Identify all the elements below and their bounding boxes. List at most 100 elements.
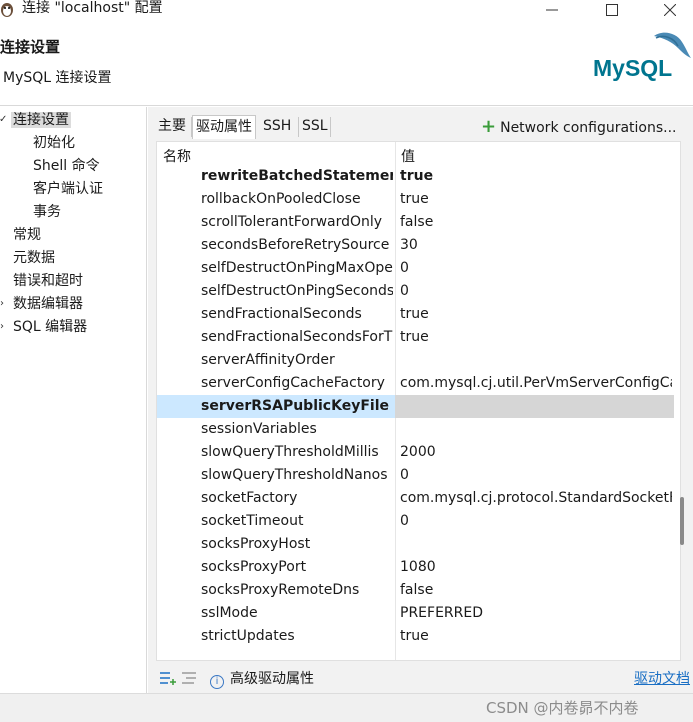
property-name: rewriteBatchedStatements <box>201 168 393 184</box>
tree-item-label: 初始化 <box>33 135 75 151</box>
property-value[interactable]: PREFERRED <box>400 602 672 625</box>
advanced-driver-properties[interactable]: i 高级驱动属性 <box>210 669 314 689</box>
chevron-right-icon[interactable]: › <box>0 317 4 337</box>
property-value[interactable]: com.mysql.cj.protocol.StandardSocketFact… <box>400 487 672 510</box>
table-row[interactable]: sendFractionalSeconds true <box>157 303 674 326</box>
table-row[interactable]: socketTimeout 0 <box>157 510 674 533</box>
property-value[interactable]: 0 <box>400 510 672 533</box>
tree-item-label: 常规 <box>13 227 41 243</box>
column-header-name[interactable]: 名称 <box>163 146 191 166</box>
tree-item-label: 连接设置 <box>11 112 71 128</box>
tree-item-connection-settings[interactable]: ✓ 连接设置 <box>0 110 71 130</box>
tree-item-transactions[interactable]: 事务 <box>33 202 61 222</box>
property-name: socketFactory <box>201 490 298 506</box>
chevron-right-icon[interactable]: › <box>0 294 4 314</box>
property-name: socksProxyHost <box>201 536 311 552</box>
tab-driver-properties[interactable]: 驱动属性 <box>192 115 256 139</box>
property-name: scrollTolerantForwardOnly <box>201 214 383 230</box>
table-row[interactable]: slowQueryThresholdMillis 2000 <box>157 441 674 464</box>
table-row[interactable]: scrollTolerantForwardOnly false <box>157 211 674 234</box>
minimize-button[interactable] <box>532 0 572 18</box>
app-icon <box>1 3 13 17</box>
tree-item-client-auth[interactable]: 客户端认证 <box>33 179 103 199</box>
table-row[interactable]: rollbackOnPooledClose true <box>157 188 674 211</box>
table-row[interactable]: slowQueryThresholdNanos 0 <box>157 464 674 487</box>
property-name: slowQueryThresholdMillis <box>201 444 379 460</box>
network-configurations-button[interactable]: + Network configurations... <box>481 117 677 137</box>
property-value[interactable]: true <box>400 165 672 188</box>
tree-item-shell-commands[interactable]: Shell 命令 <box>33 156 100 176</box>
property-value[interactable]: true <box>400 326 672 349</box>
property-value[interactable]: 0 <box>400 257 672 280</box>
title-bar: 连接 "localhost" 配置 <box>0 0 693 22</box>
network-configurations-label: Network configurations... <box>500 120 677 136</box>
property-name: rollbackOnPooledClose <box>201 191 361 207</box>
property-name: serverConfigCacheFactory <box>201 375 385 391</box>
vertical-scrollbar[interactable] <box>680 497 684 545</box>
tree-item-sql-editor[interactable]: › SQL 编辑器 <box>0 317 87 337</box>
table-row[interactable]: sslMode PREFERRED <box>157 602 674 625</box>
info-icon: i <box>210 675 224 689</box>
table-row[interactable]: serverConfigCacheFactory com.mysql.cj.uti… <box>157 372 674 395</box>
window-title: 连接 "localhost" 配置 <box>22 0 163 16</box>
property-value[interactable]: 2000 <box>400 441 672 464</box>
close-button[interactable] <box>650 0 690 18</box>
table-row[interactable]: sessionVariables <box>157 418 674 441</box>
driver-properties-table: 名称 值 rewriteBatchedStatements true rollba… <box>156 141 681 661</box>
property-value[interactable]: com.mysql.cj.util.PerVmServerConfigCache… <box>400 372 672 395</box>
property-name: socketTimeout <box>201 513 304 529</box>
tab-main[interactable]: 主要 <box>155 115 189 139</box>
tree-item-label: SQL 编辑器 <box>13 319 88 335</box>
table-row[interactable]: serverAffinityOrder <box>157 349 674 372</box>
table-row[interactable]: selfDestructOnPingMaxOperations 0 <box>157 257 674 280</box>
tree-item-label: Shell 命令 <box>33 158 100 174</box>
maximize-icon <box>606 4 618 16</box>
tab-bar: 主要 驱动属性 SSH SSL + Network configurations.… <box>148 107 693 141</box>
table-row[interactable]: sendFractionalSecondsForTime true <box>157 326 674 349</box>
property-value[interactable]: false <box>400 211 672 234</box>
table-row[interactable]: strictUpdates true <box>157 625 674 648</box>
table-row[interactable]: socksProxyRemoteDns false <box>157 579 674 602</box>
table-row-selected[interactable]: serverRSAPublicKeyFile <box>157 395 674 418</box>
tree-item-data-editor[interactable]: › 数据编辑器 <box>0 294 83 314</box>
tree-item-init[interactable]: 初始化 <box>33 133 75 153</box>
property-value[interactable]: 0 <box>400 280 672 303</box>
property-value[interactable]: 1080 <box>400 556 672 579</box>
watermark: CSDN @内卷昴不内卷 <box>486 699 639 717</box>
chevron-down-icon[interactable]: ✓ <box>0 110 7 130</box>
table-row[interactable]: socksProxyHost <box>157 533 674 556</box>
tab-ssh[interactable]: SSH <box>260 115 294 139</box>
property-value[interactable]: true <box>400 188 672 211</box>
tree-item-label: 事务 <box>33 204 61 220</box>
property-name: slowQueryThresholdNanos <box>201 467 388 483</box>
tree-item-label: 元数据 <box>13 250 55 266</box>
expand-all-icon[interactable] <box>160 671 176 685</box>
minimize-icon <box>546 9 558 11</box>
table-toolbar: i 高级驱动属性 驱动文档 <box>148 661 693 693</box>
table-row[interactable]: secondsBeforeRetrySource 30 <box>157 234 674 257</box>
tab-ssl[interactable]: SSL <box>299 115 331 139</box>
property-name: strictUpdates <box>201 628 295 644</box>
page-title: 连接设置 <box>0 38 61 56</box>
tree-item-errors-timeouts[interactable]: 错误和超时 <box>13 271 83 291</box>
tree-item-general[interactable]: 常规 <box>13 225 41 245</box>
maximize-button[interactable] <box>592 0 632 18</box>
property-value[interactable]: false <box>400 579 672 602</box>
settings-tree: ✓ 连接设置 初始化 Shell 命令 客户端认证 事务 常规 元数据 错误和超… <box>0 107 147 693</box>
property-name: selfDestructOnPingSecondsLifetime <box>201 283 393 299</box>
table-row[interactable]: selfDestructOnPingSecondsLifetime 0 <box>157 280 674 303</box>
table-row[interactable]: socketFactory com.mysql.cj.protocol.Stand… <box>157 487 674 510</box>
collapse-all-icon[interactable] <box>182 671 198 685</box>
driver-docs-link[interactable]: 驱动文档 <box>634 669 690 689</box>
tree-item-metadata[interactable]: 元数据 <box>13 248 55 268</box>
property-value[interactable]: 30 <box>400 234 672 257</box>
column-header-value[interactable]: 值 <box>401 146 415 166</box>
table-row[interactable]: rewriteBatchedStatements true <box>157 165 674 188</box>
property-value[interactable]: true <box>400 303 672 326</box>
property-name: selfDestructOnPingMaxOperations <box>201 260 393 276</box>
property-value[interactable]: true <box>400 625 672 648</box>
property-value[interactable]: 0 <box>400 464 672 487</box>
table-row[interactable]: socksProxyPort 1080 <box>157 556 674 579</box>
plus-icon: + <box>481 116 497 137</box>
property-name: sessionVariables <box>201 421 317 437</box>
